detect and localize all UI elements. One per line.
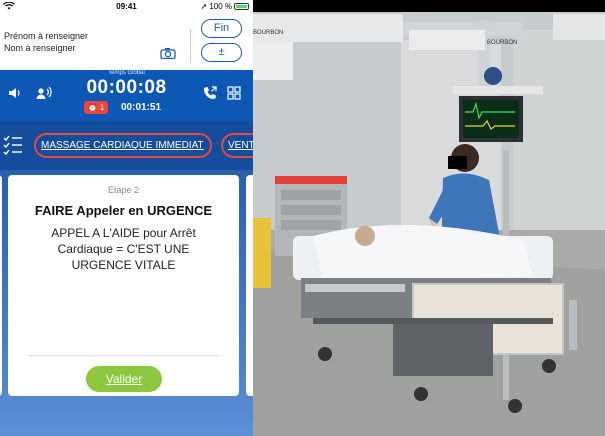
step-title: FAIRE Appeler en URGENCE	[34, 203, 213, 218]
mobile-app: 09:41 ➚ 100 % Prénom à renseigner Nom à …	[0, 0, 253, 436]
action-bar: MASSAGE CARDIAQUE IMMEDIAT VENT	[0, 121, 253, 170]
alarm-clock-icon: ⏰	[87, 103, 98, 112]
next-card[interactable]	[246, 175, 253, 396]
battery-percent: 100 %	[209, 2, 232, 11]
equipment-brand-2: BOURBON	[487, 40, 518, 46]
location-icon: ➚	[200, 2, 208, 11]
alarm-count: 1	[99, 103, 105, 112]
camera-icon[interactable]	[160, 46, 176, 60]
checklist-icon[interactable]	[2, 134, 24, 156]
plus-minus-button[interactable]: ±	[201, 43, 242, 62]
status-right: ➚ 100 %	[201, 2, 249, 11]
ventilation-button[interactable]: VENT	[221, 133, 253, 158]
step-number: Etape 2	[107, 185, 140, 195]
massage-cardiaque-button[interactable]: MASSAGE CARDIAQUE IMMEDIAT	[34, 133, 212, 158]
previous-card[interactable]	[0, 175, 2, 396]
voice-icon[interactable]	[36, 86, 52, 105]
card-divider	[28, 355, 219, 356]
status-bar: 09:41 ➚ 100 %	[0, 0, 253, 13]
face-censor	[448, 156, 467, 169]
equipment-brand: BOURBON	[253, 30, 284, 36]
patient-header: Prénom à renseigner Nom à renseigner Fin…	[0, 13, 253, 70]
step-cards: Etape 2 FAIRE Appeler en URGENCE APPEL A…	[0, 170, 253, 436]
battery-fill	[236, 5, 247, 8]
step-card: Etape 2 FAIRE Appeler en URGENCE APPEL A…	[8, 175, 239, 396]
timer-bar: Temps Global 00:00:08 ⏰ 1 00:01:51	[0, 70, 253, 121]
speaker-icon[interactable]	[8, 86, 22, 105]
step-timer: 00:01:51	[121, 102, 162, 113]
video-frame	[253, 0, 605, 436]
phone-call-icon[interactable]	[203, 86, 217, 105]
first-name: Prénom à renseigner	[4, 31, 89, 41]
alarm-badge[interactable]: ⏰ 1	[84, 101, 108, 114]
divider	[190, 29, 191, 63]
fin-button[interactable]: Fin	[201, 19, 242, 38]
patient-names[interactable]: Prénom à renseigner Nom à renseigner	[4, 30, 88, 54]
battery-icon	[234, 3, 249, 10]
grid-icon[interactable]	[227, 86, 241, 105]
validate-button[interactable]: Valider	[86, 366, 162, 392]
timer-label: Temps Global	[108, 70, 145, 76]
step-description: APPEL A L'AIDE pour Arrêt Cardiaque = C'…	[51, 226, 196, 272]
simulation-video: BOURBON BOURBON	[253, 0, 605, 436]
last-name: Nom à renseigner	[4, 43, 76, 53]
